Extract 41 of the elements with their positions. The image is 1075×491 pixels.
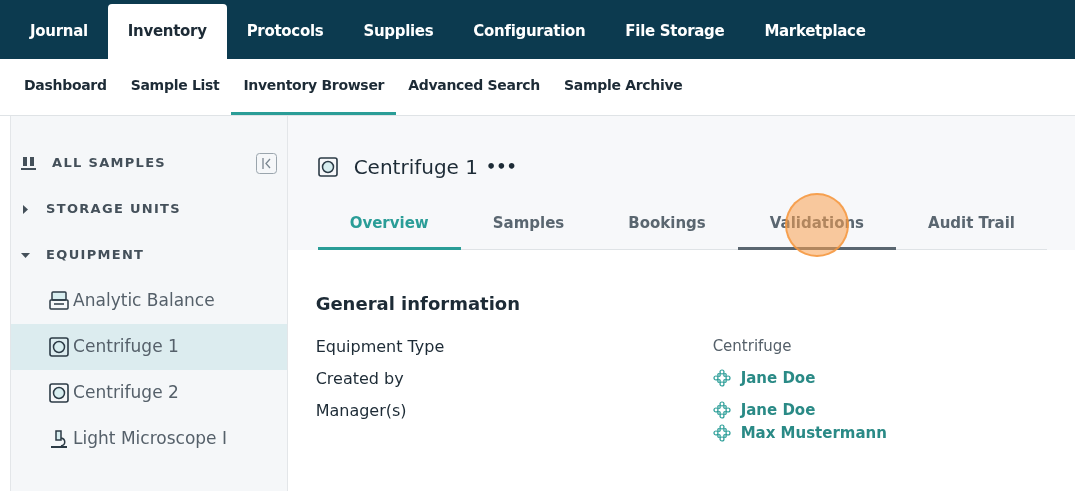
user-link[interactable]: Jane Doe	[712, 399, 887, 422]
nav-tab[interactable]: Protocols	[226, 4, 344, 59]
field-label: Manager(s)	[315, 400, 408, 422]
user-link[interactable]: Jane Doe	[712, 367, 816, 390]
field-value: Centrifuge	[712, 336, 792, 357]
user-link[interactable]: Max Mustermann	[712, 421, 887, 444]
nav-tab[interactable]: Configuration	[453, 4, 606, 59]
tree-item[interactable]: Analytic Balance	[11, 278, 287, 324]
centrifuge-icon	[317, 157, 338, 177]
test-tubes-icon	[21, 156, 37, 170]
centrifuge-icon	[49, 337, 70, 357]
section-heading: General information	[315, 292, 522, 316]
nav-tab[interactable]: Marketplace	[744, 4, 886, 59]
more-options-button[interactable]: •••	[486, 155, 517, 179]
detail-tab[interactable]: Audit Trail	[896, 200, 1047, 250]
user-icon	[712, 369, 731, 388]
tree-item[interactable]: Centrifuge 2	[11, 370, 287, 416]
user-icon	[712, 401, 731, 420]
tree-section[interactable]: STORAGE UNITS	[46, 199, 181, 219]
sub-nav-tab[interactable]: Dashboard	[12, 59, 119, 115]
collapse-sidebar-icon	[255, 152, 277, 174]
detail-tab[interactable]: Bookings	[596, 200, 738, 250]
nav-tab[interactable]: Inventory	[107, 4, 227, 59]
balance-icon	[49, 291, 70, 311]
field-label: Created by	[315, 368, 405, 390]
sub-nav-tab[interactable]: Advanced Search	[396, 59, 552, 115]
page-title: Centrifuge 1	[353, 154, 478, 181]
tree-section[interactable]: EQUIPMENT	[46, 245, 145, 265]
user-icon	[712, 423, 731, 442]
centrifuge-icon	[49, 383, 70, 403]
sub-nav-tab[interactable]: Sample List	[118, 59, 232, 115]
sidebar-heading[interactable]: ALL SAMPLES	[52, 153, 166, 173]
nav-tab[interactable]: Journal	[10, 4, 108, 59]
field-label: Equipment Type	[315, 336, 446, 358]
nav-tab[interactable]: Supplies	[343, 4, 454, 59]
tree-item[interactable]: Light Microscope I	[11, 416, 287, 462]
sub-nav-tab[interactable]: Sample Archive	[552, 59, 695, 115]
tree-item[interactable]: Centrifuge 1	[11, 324, 287, 370]
detail-tab[interactable]: Samples	[460, 200, 597, 250]
microscope-icon	[49, 429, 70, 449]
nav-tab[interactable]: File Storage	[605, 4, 745, 59]
